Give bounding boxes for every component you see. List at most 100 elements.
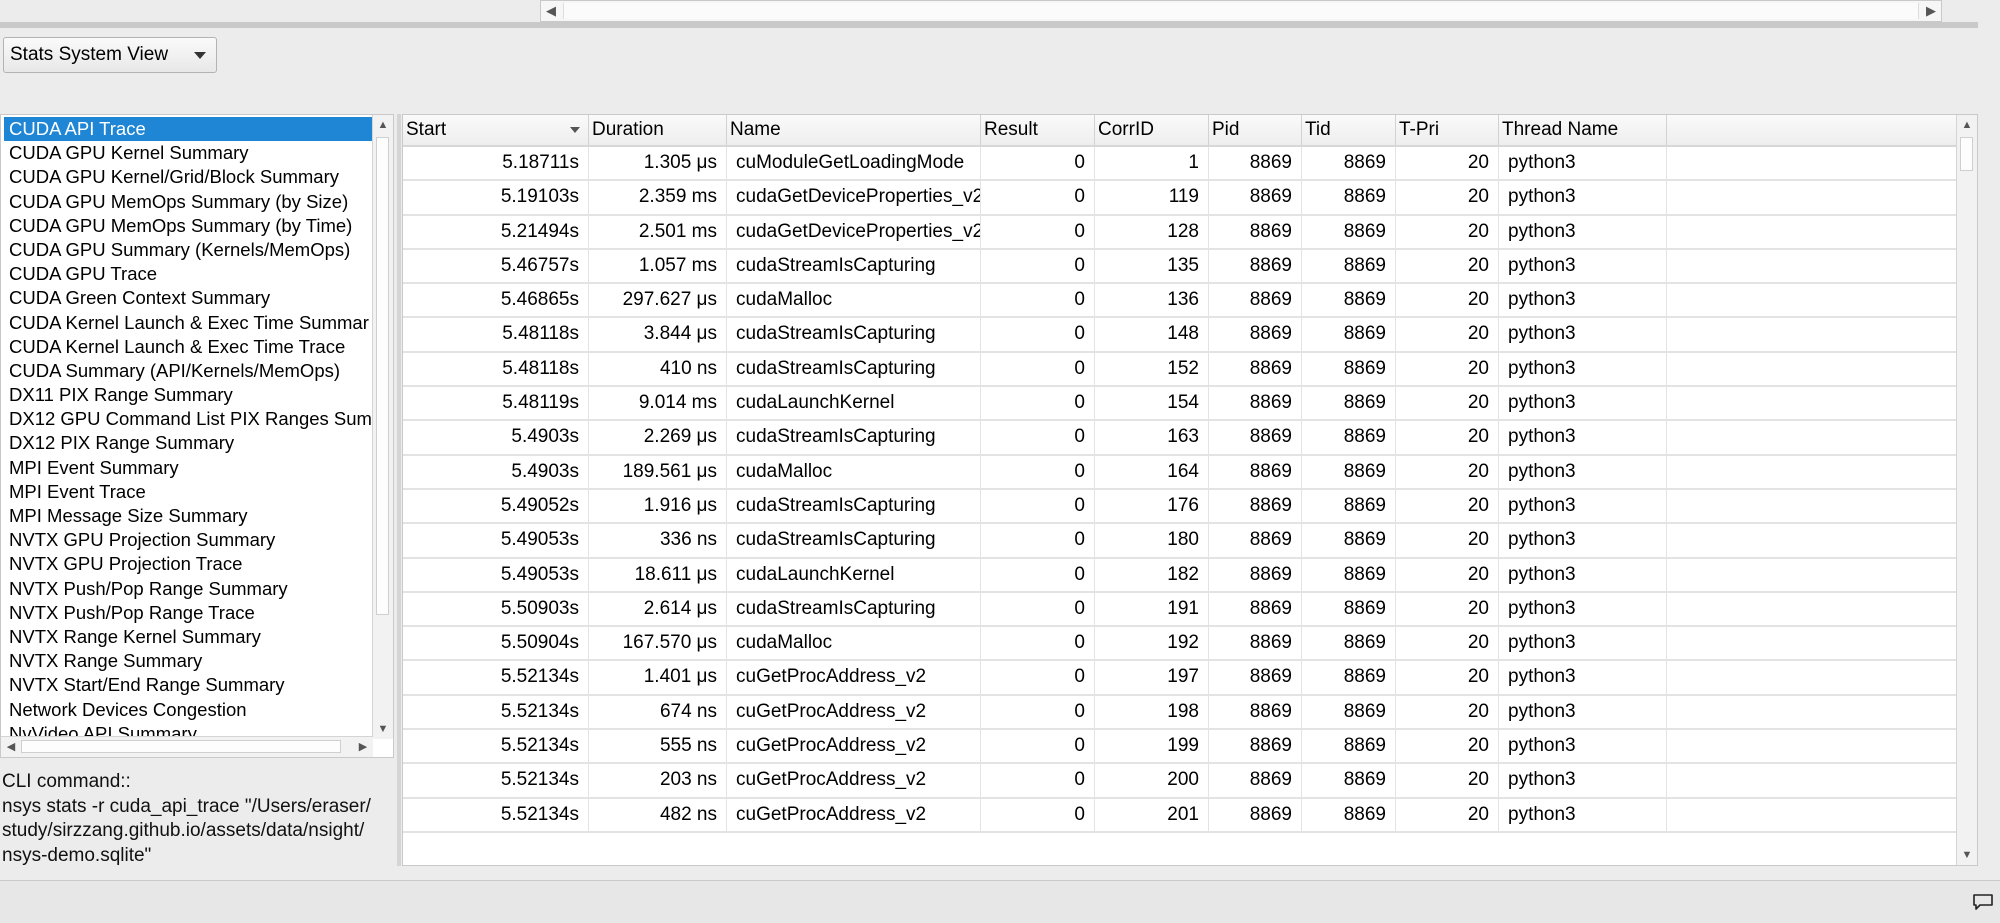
table-cell: 20: [1396, 387, 1499, 420]
report-list-item[interactable]: CUDA Summary (API/Kernels/MemOps): [4, 359, 372, 383]
report-list-item[interactable]: NVTX Range Kernel Summary: [4, 625, 372, 649]
scrollbar-thumb[interactable]: [376, 137, 389, 615]
report-list-item[interactable]: NVTX GPU Projection Trace: [4, 552, 372, 576]
report-list-item[interactable]: CUDA GPU MemOps Summary (by Size): [4, 190, 372, 214]
table-row[interactable]: 5.18711s 1.305 μs cuModuleGetLoadingMode 0 1…: [403, 147, 1957, 182]
report-list-item[interactable]: MPI Message Size Summary: [4, 504, 372, 528]
scroll-up-arrow-icon[interactable]: ▲: [1957, 115, 1977, 135]
chat-bubble-icon[interactable]: [1972, 893, 1994, 911]
table-cell: cudaLaunchKernel: [727, 558, 981, 591]
report-list-item[interactable]: CUDA Kernel Launch & Exec Time Summar: [4, 311, 372, 335]
scroll-right-arrow-icon[interactable]: ▶: [1921, 1, 1941, 21]
report-list-item[interactable]: CUDA GPU MemOps Summary (by Time): [4, 214, 372, 238]
report-list-item[interactable]: MPI Event Summary: [4, 456, 372, 480]
scroll-up-arrow-icon[interactable]: ▲: [373, 115, 393, 135]
report-list-item[interactable]: NVTX Push/Pop Range Summary: [4, 577, 372, 601]
column-header-label: CorrID: [1098, 119, 1154, 140]
table-row[interactable]: 5.52134s 555 ns cuGetProcAddress_v2 0 199 886…: [403, 730, 1957, 765]
scroll-left-arrow-icon[interactable]: ◀: [541, 1, 561, 21]
table-cell: 0: [981, 181, 1095, 214]
report-list-item[interactable]: NVTX GPU Projection Summary: [4, 528, 372, 552]
table-row[interactable]: 5.48118s 410 ns cudaStreamIsCapturing 0 152 8…: [403, 352, 1957, 388]
report-list-item[interactable]: Network Devices Congestion: [4, 698, 372, 722]
column-header-start[interactable]: Start: [403, 115, 589, 145]
report-list-item[interactable]: CUDA GPU Summary (Kernels/MemOps): [4, 238, 372, 262]
table-cell: 20: [1396, 592, 1499, 626]
table-row[interactable]: 5.52134s 482 ns cuGetProcAddress_v2 0 201 886…: [403, 798, 1957, 833]
report-list-item[interactable]: CUDA GPU Kernel Summary: [4, 141, 372, 165]
table-cell: 482 ns: [589, 798, 727, 831]
table-cell: 0: [981, 249, 1095, 283]
table-cell: 0: [981, 489, 1095, 523]
view-selector-dropdown[interactable]: Stats System View: [3, 37, 217, 73]
scrollbar-thumb[interactable]: [21, 740, 341, 753]
scroll-left-arrow-icon[interactable]: ◀: [1, 737, 21, 757]
table-row[interactable]: 5.49053s 336 ns cudaStreamIsCapturing 0 180 8…: [403, 524, 1957, 559]
panel-splitter[interactable]: [397, 114, 401, 866]
column-header-result[interactable]: Result: [981, 115, 1095, 145]
table-cell: 20: [1396, 455, 1499, 488]
column-header-t-pri[interactable]: T-Pri: [1396, 115, 1499, 145]
report-list-item[interactable]: DX12 PIX Range Summary: [4, 431, 372, 455]
scroll-down-arrow-icon[interactable]: ▼: [1957, 845, 1977, 865]
report-list-item[interactable]: CUDA Green Context Summary: [4, 286, 372, 310]
column-header-duration[interactable]: Duration: [589, 115, 727, 145]
table-row[interactable]: 5.48118s 3.844 μs cudaStreamIsCapturing 0 14…: [403, 318, 1957, 353]
column-header-tid[interactable]: Tid: [1302, 115, 1396, 145]
table-cell: 167.570 μs: [589, 627, 727, 660]
column-header-name[interactable]: Name: [727, 115, 981, 145]
report-list-item[interactable]: MPI Event Trace: [4, 480, 372, 504]
report-list-item[interactable]: CUDA GPU Trace: [4, 262, 372, 286]
table-cell: 18.611 μs: [589, 558, 727, 591]
table-cell: 8869: [1302, 592, 1396, 626]
table-row[interactable]: 5.46865s 297.627 μs cudaMalloc 0 136 8869 8869…: [403, 284, 1957, 319]
report-list-horizontal-scrollbar[interactable]: ◀ ▶: [1, 736, 373, 757]
report-list-item[interactable]: CUDA Kernel Launch & Exec Time Trace: [4, 335, 372, 359]
report-list-vertical-scrollbar[interactable]: ▲ ▼: [372, 115, 393, 739]
table-cell: 191: [1095, 592, 1209, 626]
table-row[interactable]: 5.52134s 674 ns cuGetProcAddress_v2 0 198 886…: [403, 695, 1957, 731]
table-cell: 674 ns: [589, 695, 727, 729]
table-cell: 5.52134s: [403, 661, 589, 694]
report-list-item[interactable]: CUDA GPU Kernel/Grid/Block Summary: [4, 165, 372, 189]
table-cell: python3: [1499, 695, 1667, 729]
table-row[interactable]: 5.52134s 1.401 μs cuGetProcAddress_v2 0 197 8…: [403, 661, 1957, 696]
report-list-item[interactable]: NVTX Range Summary: [4, 649, 372, 673]
table-row[interactable]: 5.52134s 203 ns cuGetProcAddress_v2 0 200 886…: [403, 764, 1957, 799]
scrollbar-thumb[interactable]: [563, 3, 1919, 19]
table-row[interactable]: 5.19103s 2.359 ms cudaGetDeviceProperties_…: [403, 181, 1957, 216]
report-list[interactable]: CUDA API Trace CUDA GPU Kernel Summary CUD…: [0, 114, 394, 758]
table-row[interactable]: 5.49052s 1.916 μs cudaStreamIsCapturing 0 17…: [403, 489, 1957, 525]
table-row[interactable]: 5.50904s 167.570 μs cudaMalloc 0 192 8869 8869…: [403, 627, 1957, 662]
table-cell: python3: [1499, 592, 1667, 626]
table-cell: 8869: [1209, 318, 1302, 351]
scroll-right-arrow-icon[interactable]: ▶: [353, 737, 373, 757]
table-row[interactable]: 5.4903s 189.561 μs cudaMalloc 0 164 8869 8869 2…: [403, 455, 1957, 490]
table-row[interactable]: 5.21494s 2.501 ms cudaGetDeviceProperties_…: [403, 215, 1957, 250]
scrollbar-thumb[interactable]: [1960, 137, 1973, 171]
table-body: 5.18711s 1.305 μs cuModuleGetLoadingMode 0 1…: [403, 147, 1957, 833]
report-list-item[interactable]: DX12 GPU Command List PIX Ranges Sum: [4, 407, 372, 431]
table-vertical-scrollbar[interactable]: ▲ ▼: [1956, 115, 1977, 865]
report-list-item[interactable]: NVTX Start/End Range Summary: [4, 673, 372, 697]
table-row[interactable]: 5.49053s 18.611 μs cudaLaunchKernel 0 182 886…: [403, 558, 1957, 593]
table-cell: 20: [1396, 798, 1499, 831]
table-cell: 8869: [1209, 764, 1302, 797]
table-cell: 8869: [1302, 455, 1396, 488]
column-header-pid[interactable]: Pid: [1209, 115, 1302, 145]
column-header-thread-name[interactable]: Thread Name: [1499, 115, 1667, 145]
table-row[interactable]: 5.50903s 2.614 μs cudaStreamIsCapturing 0 19…: [403, 592, 1957, 628]
top-horizontal-scrollbar[interactable]: ◀ ▶: [540, 0, 1942, 22]
table-cell: 20: [1396, 421, 1499, 454]
table-row[interactable]: 5.48119s 9.014 ms cudaLaunchKernel 0 154 8869…: [403, 387, 1957, 422]
report-list-item[interactable]: CUDA API Trace: [4, 117, 372, 142]
column-header-corrid[interactable]: CorrID: [1095, 115, 1209, 145]
column-header-label: Name: [730, 119, 781, 140]
table-row[interactable]: 5.4903s 2.269 μs cudaStreamIsCapturing 0 163…: [403, 421, 1957, 456]
table-row[interactable]: 5.46757s 1.057 ms cudaStreamIsCapturing 0 13…: [403, 249, 1957, 285]
scroll-down-arrow-icon[interactable]: ▼: [373, 719, 393, 739]
report-list-item[interactable]: NVTX Push/Pop Range Trace: [4, 601, 372, 625]
table-cell: 0: [981, 318, 1095, 351]
report-list-item[interactable]: DX11 PIX Range Summary: [4, 383, 372, 407]
table-cell: 180: [1095, 524, 1209, 557]
